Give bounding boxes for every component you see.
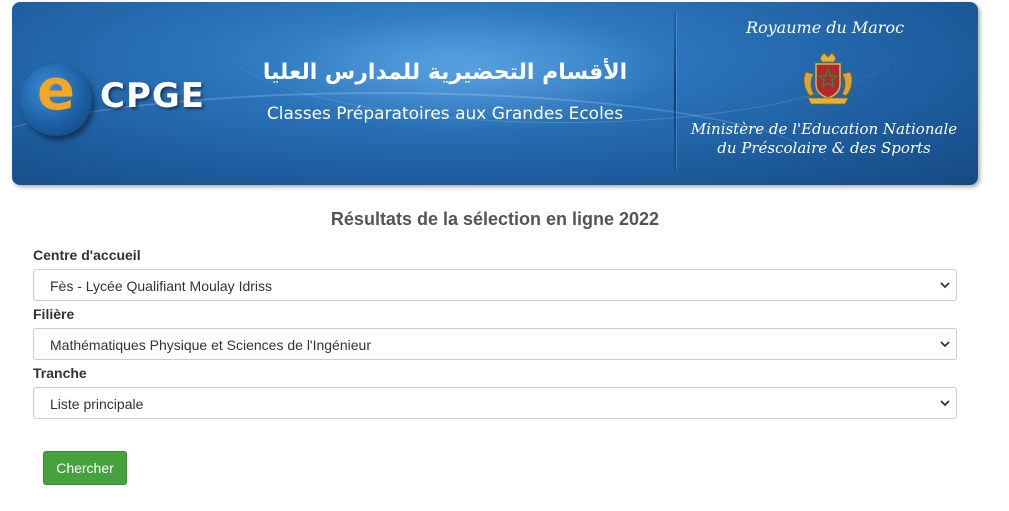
- title-arabic: الأقسام التحضيرية للمدارس العليا: [262, 60, 628, 85]
- title-french: Classes Préparatoires aux Grandes Ecoles: [266, 104, 624, 124]
- tranche-label: Tranche: [33, 365, 87, 381]
- coat-of-arms-icon: [803, 52, 853, 105]
- kingdom-label: Royaume du Maroc: [745, 18, 905, 37]
- ministry-label: Ministère de l'Education Nationale du Pr…: [676, 120, 972, 158]
- search-button[interactable]: Chercher: [43, 451, 127, 485]
- e-logo-icon: e: [20, 58, 92, 136]
- tranche-select[interactable]: Liste principale: [33, 387, 957, 419]
- centre-label: Centre d'accueil: [33, 247, 141, 263]
- page-title: Résultats de la sélection en ligne 2022: [330, 209, 660, 229]
- chevron-down-icon: [940, 282, 950, 289]
- ministry-line-2: du Préscolaire & des Sports: [717, 139, 931, 157]
- filiere-label: Filière: [33, 306, 75, 322]
- tranche-selected-value: Liste principale: [50, 396, 144, 412]
- chevron-down-icon: [940, 341, 950, 348]
- filiere-select[interactable]: Mathématiques Physique et Sciences de l'…: [33, 328, 957, 360]
- filiere-selected-value: Mathématiques Physique et Sciences de l'…: [50, 337, 371, 353]
- centre-select[interactable]: Fès - Lycée Qualifiant Moulay Idriss: [33, 269, 957, 301]
- chevron-down-icon: [940, 400, 950, 407]
- ministry-line-1: Ministère de l'Education Nationale: [690, 120, 958, 138]
- logo-letter: e: [37, 58, 75, 123]
- logo-text: CPGE: [100, 76, 206, 116]
- centre-selected-value: Fès - Lycée Qualifiant Moulay Idriss: [50, 278, 273, 294]
